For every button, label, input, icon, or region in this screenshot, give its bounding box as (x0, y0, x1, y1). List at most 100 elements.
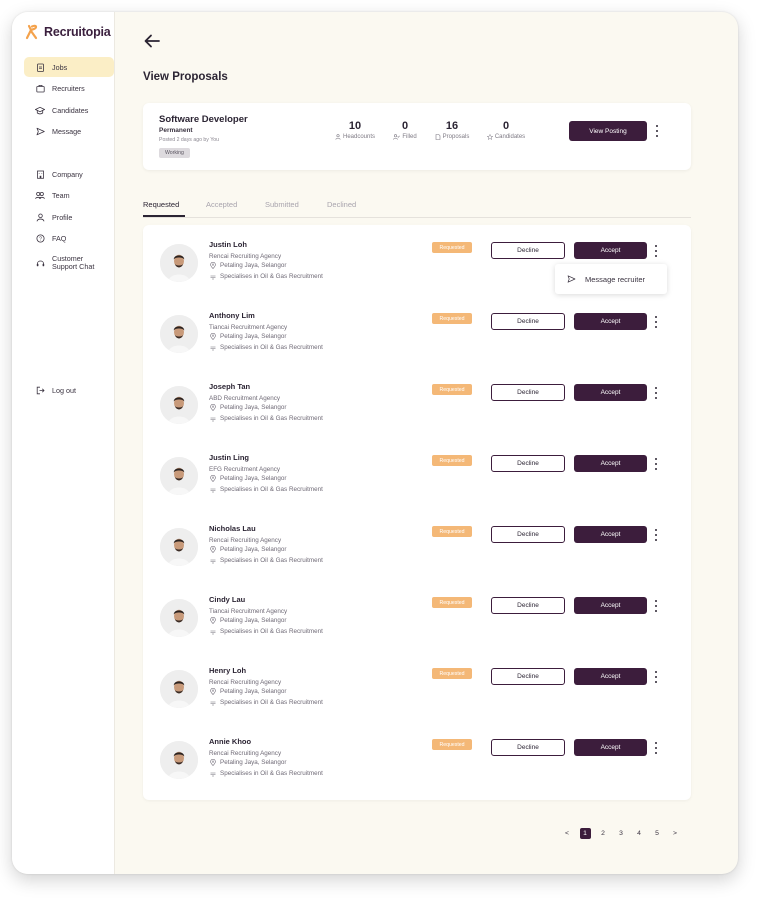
sidebar-item-recruiters[interactable]: Recruiters (24, 79, 114, 99)
logout-button[interactable]: Log out (24, 380, 114, 400)
recruiter-location: Petaling Jaya, Selangor (209, 333, 287, 340)
specialty-icon (209, 557, 216, 564)
message-recruiter-menu-item[interactable]: Message recruiter (555, 264, 667, 294)
recruiter-agency: Rencai Recruiting Agency (209, 253, 282, 260)
sidebar-item-company[interactable]: Company (24, 164, 114, 184)
recruiter-location: Petaling Jaya, Selangor (209, 546, 287, 553)
view-posting-button[interactable]: View Posting (569, 121, 647, 141)
accept-button[interactable]: Accept (574, 313, 647, 330)
location-pin-icon (209, 688, 216, 695)
recruiter-row: Annie Khoo Rencai Recruiting Agency Peta… (143, 722, 691, 782)
location-text: Petaling Jaya, Selangor (220, 759, 287, 766)
more-options-icon[interactable] (653, 529, 659, 541)
pagination-page-1[interactable]: 1 (576, 827, 594, 839)
decline-button[interactable]: Decline (491, 739, 565, 756)
accept-button[interactable]: Accept (574, 242, 647, 259)
status-badge: Requested (432, 455, 472, 466)
recruiter-name: Henry Loh (209, 666, 247, 675)
accept-button[interactable]: Accept (574, 455, 647, 472)
specialty-text: Specialises in Oil & Gas Recruitment (220, 273, 323, 280)
recruiter-specialty: Specialises in Oil & Gas Recruitment (209, 273, 323, 280)
pagination-page-2[interactable]: 2 (594, 827, 612, 839)
r-logo-icon (25, 24, 38, 40)
stat-value: 16 (445, 120, 459, 132)
page-title: View Proposals (143, 71, 228, 83)
specialty-icon (209, 699, 216, 706)
sidebar-item-profile[interactable]: Profile (24, 207, 114, 227)
recruiter-location: Petaling Jaya, Selangor (209, 688, 287, 695)
sidebar-item-customer-support-chat[interactable]: Customer Support Chat (24, 250, 114, 276)
decline-button[interactable]: Decline (491, 242, 565, 259)
recruiter-agency: Rencai Recruiting Agency (209, 750, 282, 757)
user-icon (35, 212, 45, 222)
sidebar-item-jobs[interactable]: Jobs (24, 57, 114, 77)
more-options-icon[interactable] (653, 600, 659, 612)
recruiter-row: Joseph Tan ABD Recruitment Agency Petali… (143, 367, 691, 427)
sidebar-nav-secondary: Company Team Profile ? FAQ Customer Supp… (24, 164, 114, 278)
job-title: Software Developer (159, 114, 248, 125)
recruiter-row: Henry Loh Rencai Recruiting Agency Petal… (143, 651, 691, 711)
sidebar-item-label: Team (52, 191, 70, 200)
pagination-page-5[interactable]: 5 (648, 827, 666, 839)
pagination-prev[interactable]: < (558, 827, 576, 839)
avatar (160, 244, 198, 282)
help-icon: ? (35, 234, 45, 244)
logout-icon (35, 385, 45, 395)
sidebar-item-label: Message (52, 127, 82, 136)
more-options-icon[interactable] (653, 742, 659, 754)
accept-button[interactable]: Accept (574, 597, 647, 614)
job-status-badge: Working (159, 148, 190, 158)
stat-label: Proposals (442, 134, 470, 140)
decline-button[interactable]: Decline (491, 384, 565, 401)
pagination-page-4[interactable]: 4 (630, 827, 648, 839)
tab-submitted[interactable]: Submitted (265, 200, 299, 209)
accept-button[interactable]: Accept (574, 739, 647, 756)
job-more-options-icon[interactable] (654, 125, 660, 137)
recruiter-name: Annie Khoo (209, 737, 252, 746)
decline-button[interactable]: Decline (491, 455, 565, 472)
accept-button[interactable]: Accept (574, 384, 647, 401)
status-badge: Requested (432, 384, 472, 395)
more-options-icon[interactable] (653, 245, 659, 257)
team-icon (35, 191, 45, 201)
recruiter-specialty: Specialises in Oil & Gas Recruitment (209, 557, 323, 564)
more-options-icon[interactable] (653, 671, 659, 683)
sidebar-item-label: Customer Support Chat (52, 253, 95, 271)
recruiter-specialty: Specialises in Oil & Gas Recruitment (209, 344, 323, 351)
sidebar-item-candidates[interactable]: Candidates (24, 100, 114, 120)
sidebar-item-message[interactable]: Message (24, 122, 114, 142)
sidebar: Recruitopia Jobs Recruiters Candidates M… (12, 12, 115, 874)
avatar-image (160, 315, 198, 353)
recruiter-agency: Rencai Recruiting Agency (209, 679, 282, 686)
active-tab-indicator (143, 215, 185, 217)
headset-icon (35, 258, 45, 268)
tab-requested[interactable]: Requested (143, 200, 179, 209)
person-check-icon (393, 134, 401, 140)
pagination-next[interactable]: > (666, 827, 684, 839)
sidebar-item-faq[interactable]: ? FAQ (24, 229, 114, 249)
avatar-image (160, 244, 198, 282)
location-pin-icon (209, 333, 216, 340)
stat-proposals: 16 Proposals (429, 120, 475, 140)
decline-button[interactable]: Decline (491, 313, 565, 330)
more-options-icon[interactable] (653, 387, 659, 399)
building-icon (35, 169, 45, 179)
sidebar-item-team[interactable]: Team (24, 186, 114, 206)
back-button[interactable] (143, 33, 165, 51)
recruiter-specialty: Specialises in Oil & Gas Recruitment (209, 415, 323, 422)
accept-button[interactable]: Accept (574, 668, 647, 685)
decline-button[interactable]: Decline (491, 526, 565, 543)
brand[interactable]: Recruitopia (24, 24, 111, 40)
tab-accepted[interactable]: Accepted (206, 200, 237, 209)
more-options-icon[interactable] (653, 316, 659, 328)
decline-button[interactable]: Decline (491, 597, 565, 614)
accept-button[interactable]: Accept (574, 526, 647, 543)
more-options-icon[interactable] (653, 458, 659, 470)
location-text: Petaling Jaya, Selangor (220, 475, 287, 482)
tab-declined[interactable]: Declined (327, 200, 356, 209)
location-text: Petaling Jaya, Selangor (220, 546, 287, 553)
graduation-cap-icon (35, 105, 45, 115)
job-posted: Posted 2 days ago by You (159, 137, 219, 143)
pagination-page-3[interactable]: 3 (612, 827, 630, 839)
decline-button[interactable]: Decline (491, 668, 565, 685)
